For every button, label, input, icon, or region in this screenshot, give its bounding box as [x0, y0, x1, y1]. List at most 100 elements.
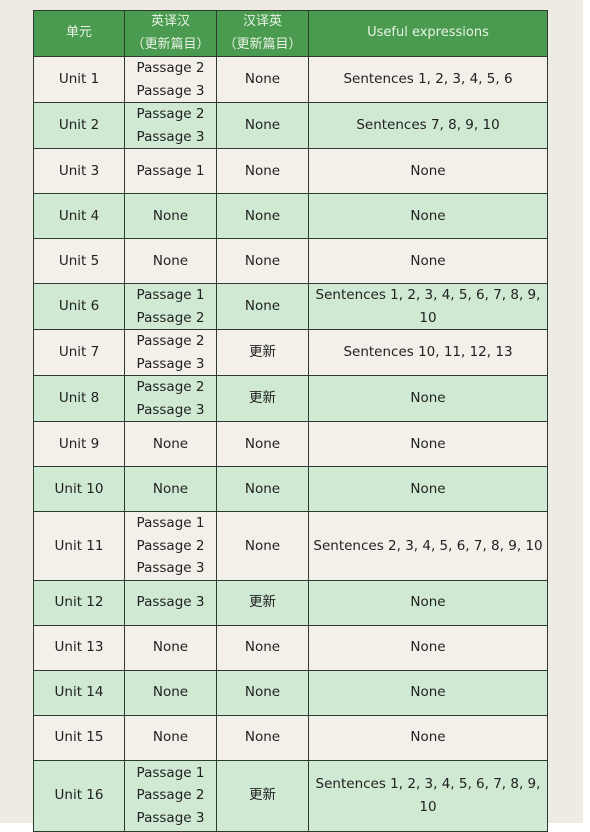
en-zh-cell: None	[124, 624, 217, 671]
column-header: Useful expressions	[308, 10, 548, 57]
unit-cell: Unit 5	[33, 238, 125, 284]
useful-expressions-cell: None	[308, 421, 548, 467]
useful-expressions-cell: None	[308, 238, 548, 284]
passage-line: Passage 3	[136, 82, 205, 99]
en-zh-cell: Passage 2 Passage 3	[124, 102, 217, 149]
zh-en-cell: None	[216, 148, 309, 194]
table-row: Unit 1 Passage 2 Passage 3 None Sentences 1,…	[33, 56, 548, 103]
table-row: Unit 4 None None None	[33, 193, 548, 239]
column-header-line: 单元	[65, 25, 92, 41]
useful-expressions-cell: None	[308, 714, 548, 761]
passage-line: None	[152, 684, 189, 701]
useful-expressions-cell: Sentences 10, 11, 12, 13	[308, 329, 548, 376]
unit-cell: Unit 16	[33, 759, 125, 832]
passage-line: Passage 2	[136, 106, 205, 122]
unit-cell: Unit 7	[33, 329, 125, 376]
passage-line: Passage 3	[136, 355, 205, 372]
unit-cell: Unit 4	[33, 193, 125, 239]
passage-line: Passage 1	[136, 287, 205, 303]
passage-line: None	[152, 207, 189, 224]
useful-expressions-cell: None	[308, 375, 548, 422]
unit-cell: Unit 15	[33, 714, 125, 761]
passage-line: Passage 2	[136, 537, 205, 554]
table-row: Unit 14 None None None	[33, 669, 548, 716]
table-row: Unit 10 None None None	[33, 466, 548, 512]
column-header-line: 英译汉	[150, 14, 190, 29]
zh-en-cell: None	[216, 511, 309, 581]
passage-line: Passage 2	[136, 333, 205, 349]
en-zh-cell: Passage 1 Passage 2 Passage 3	[124, 511, 217, 581]
zh-en-cell: 更新	[216, 329, 309, 376]
en-zh-cell: Passage 3	[124, 579, 217, 626]
unit-cell: Unit 13	[33, 624, 125, 671]
column-header-line: Useful expressions	[367, 25, 489, 41]
passage-line: Passage 3	[136, 560, 205, 576]
zh-en-cell: None	[216, 56, 309, 103]
en-zh-cell: None	[124, 193, 217, 239]
unit-cell: Unit 9	[33, 421, 125, 467]
passage-line: Passage 1	[136, 162, 205, 179]
useful-expressions-cell: None	[308, 466, 548, 512]
passage-line: Passage 3	[136, 809, 205, 826]
table-row: Unit 9 None None None	[33, 421, 548, 467]
useful-expressions-cell: None	[308, 148, 548, 194]
zh-en-cell: None	[216, 102, 309, 149]
passage-line: Passage 2	[136, 309, 205, 326]
column-header-line: （更新篇目）	[131, 36, 210, 52]
useful-expressions-cell: None	[308, 579, 548, 626]
en-zh-cell: None	[124, 466, 217, 512]
en-zh-cell: Passage 1 Passage 2 Passage 3	[124, 759, 217, 832]
passage-line: None	[152, 435, 189, 452]
passage-line: Passage 3	[136, 401, 205, 418]
table-row: Unit 15 None None None	[33, 714, 548, 761]
useful-expressions-cell: None	[308, 193, 548, 239]
passage-line: None	[152, 729, 189, 746]
table-row: Unit 13 None None None	[33, 624, 548, 671]
passage-line: Passage 3	[136, 128, 205, 145]
passage-line: Passage 1	[136, 764, 205, 781]
useful-expressions-cell: Sentences 1, 2, 3, 4, 5, 6	[308, 56, 548, 103]
passage-line: Passage 1	[136, 515, 205, 531]
useful-expressions-cell: Sentences 1, 2, 3, 4, 5, 6, 7, 8, 9, 10	[308, 283, 548, 330]
header-row: 单元 英译汉 （更新篇目） 汉译英 （更新篇目） Useful expressions	[33, 10, 548, 57]
passage-line: None	[152, 480, 189, 497]
column-header-line: （更新篇目）	[223, 36, 302, 52]
useful-expressions-cell: Sentences 7, 8, 9, 10	[308, 102, 548, 149]
en-zh-cell: Passage 1	[124, 148, 217, 194]
zh-en-cell: 更新	[216, 375, 309, 422]
column-header-line: 汉译英	[242, 14, 282, 29]
passage-line: Passage 2	[136, 60, 205, 76]
passage-line: Passage 2	[136, 379, 205, 395]
zh-en-cell: None	[216, 238, 309, 284]
unit-cell: Unit 8	[33, 375, 125, 422]
table-row: Unit 3 Passage 1 None None	[33, 148, 548, 194]
unit-cell: Unit 14	[33, 669, 125, 716]
table-row: Unit 16 Passage 1 Passage 2 Passage 3 更新 Sent…	[33, 759, 548, 832]
unit-cell: Unit 2	[33, 102, 125, 149]
zh-en-cell: None	[216, 669, 309, 716]
unit-cell: Unit 11	[33, 511, 125, 581]
passage-line: Passage 2	[136, 787, 205, 804]
useful-expressions-cell: None	[308, 669, 548, 716]
passage-line: Passage 3	[136, 594, 205, 611]
table-row: Unit 7 Passage 2 Passage 3 更新 Sentences 10, …	[33, 329, 548, 376]
unit-cell: Unit 12	[33, 579, 125, 626]
zh-en-cell: None	[216, 193, 309, 239]
en-zh-cell: Passage 1 Passage 2	[124, 283, 217, 330]
zh-en-cell: 更新	[216, 759, 309, 832]
useful-expressions-cell: Sentences 1, 2, 3, 4, 5, 6, 7, 8, 9, 10	[308, 759, 548, 832]
en-zh-cell: Passage 2 Passage 3	[124, 56, 217, 103]
unit-cell: Unit 3	[33, 148, 125, 194]
en-zh-cell: None	[124, 421, 217, 467]
zh-en-cell: 更新	[216, 579, 309, 626]
zh-en-cell: None	[216, 714, 309, 761]
table-row: Unit 5 None None None	[33, 238, 548, 284]
unit-cell: Unit 10	[33, 466, 125, 512]
unit-cell: Unit 6	[33, 283, 125, 330]
column-header: 单元	[33, 10, 125, 57]
zh-en-cell: None	[216, 283, 309, 330]
zh-en-cell: None	[216, 624, 309, 671]
passage-line: None	[152, 639, 189, 656]
table-row: Unit 11 Passage 1 Passage 2 Passage 3 None Se…	[33, 511, 548, 581]
unit-update-table: 单元 英译汉 （更新篇目） 汉译英 （更新篇目） Useful expressions U…	[33, 10, 548, 832]
